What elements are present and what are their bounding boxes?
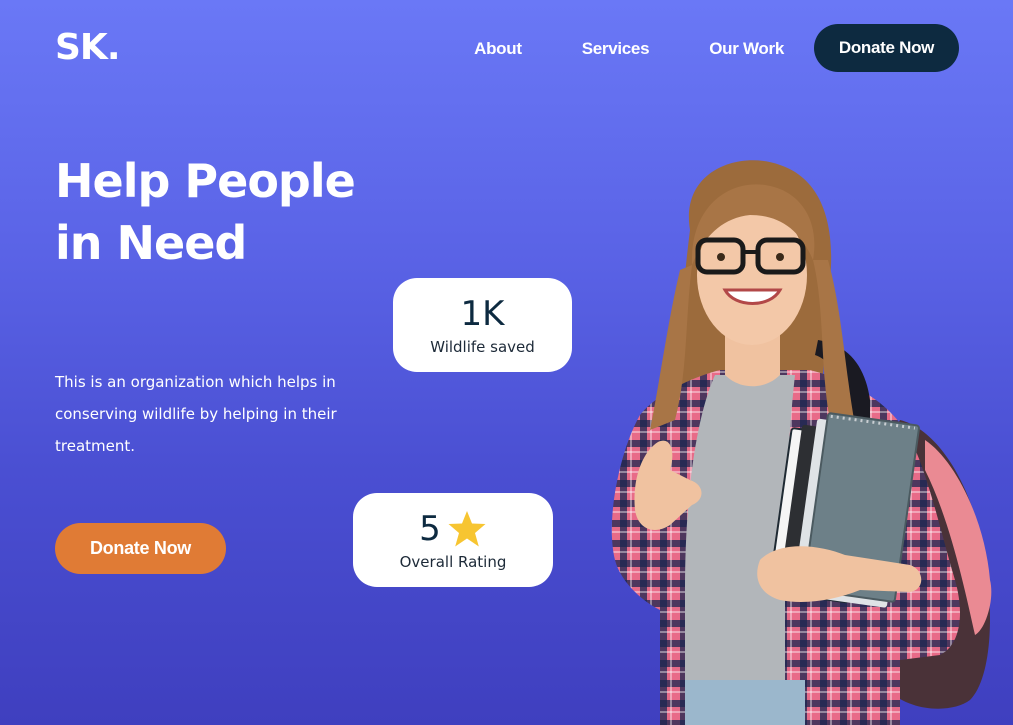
nav-about[interactable]: About <box>474 40 522 57</box>
nav-services[interactable]: Services <box>582 40 650 57</box>
main-navigation: About Services Our Work Donate Now <box>474 24 959 72</box>
landing-page: SK. About Services Our Work Donate Now H… <box>0 0 1013 725</box>
hero-headline: Help People in Need <box>55 154 356 270</box>
wildlife-saved-card: 1K Wildlife saved <box>393 278 572 372</box>
overall-rating-card: 5 Overall Rating <box>353 493 553 587</box>
rating-value: 5 <box>419 509 441 549</box>
star-icon <box>447 509 487 549</box>
donate-now-nav-button[interactable]: Donate Now <box>814 24 959 72</box>
donate-now-hero-button[interactable]: Donate Now <box>55 523 226 574</box>
hero-description: This is an organization which helps in c… <box>55 373 337 455</box>
wildlife-saved-label: Wildlife saved <box>430 338 535 356</box>
wildlife-value-row: 1K <box>461 294 505 334</box>
student-photo <box>580 160 1005 725</box>
nav-our-work[interactable]: Our Work <box>709 40 784 57</box>
site-logo[interactable]: SK. <box>55 30 120 66</box>
rating-label: Overall Rating <box>399 553 507 571</box>
wildlife-saved-value: 1K <box>460 294 505 334</box>
rating-value-row: 5 <box>419 509 487 549</box>
